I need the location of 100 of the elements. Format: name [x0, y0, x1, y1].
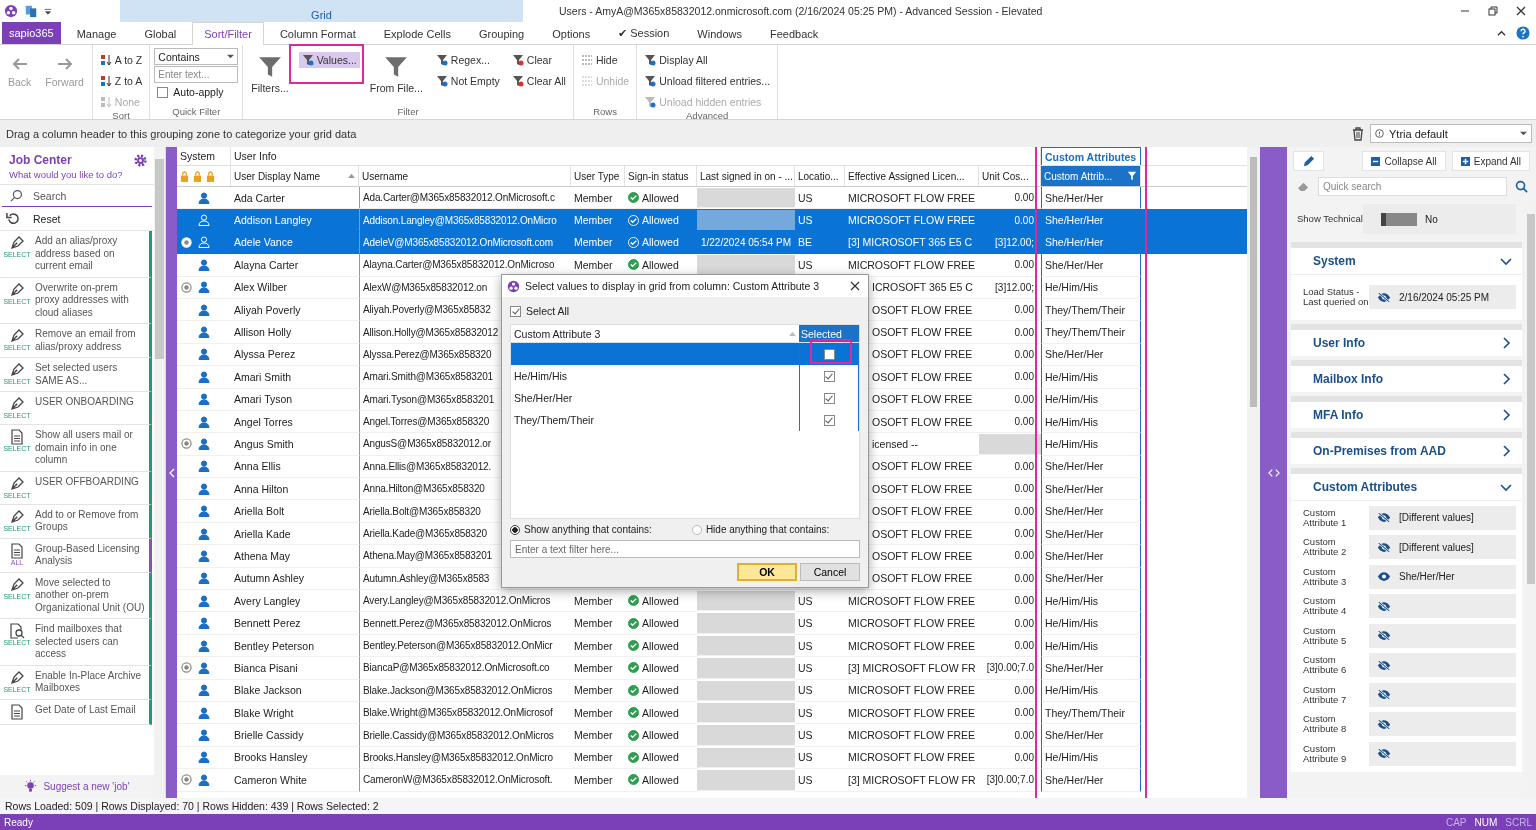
collapse-all-button[interactable]: Collapse All: [1362, 151, 1446, 171]
toggle-switch[interactable]: [1381, 212, 1417, 226]
ribbon-tab[interactable]: Options: [540, 22, 603, 44]
ribbon-button[interactable]: Clear All: [508, 73, 569, 89]
value-checkbox[interactable]: [823, 392, 835, 404]
help-icon[interactable]: [1516, 26, 1530, 40]
section-header[interactable]: System: [1291, 248, 1522, 274]
eraser-icon[interactable]: [1297, 181, 1310, 192]
column-header[interactable]: Sign-in status: [625, 166, 697, 186]
ribbon-button[interactable]: Filters...: [247, 48, 293, 96]
grouping-zone-hint: Drag a column header to this grouping zone to categorize your grid data: [6, 127, 357, 140]
ribbon-tab[interactable]: Column Format: [267, 22, 368, 44]
table-row[interactable]: Adele Vance AdeleV@M365x85832012.OnMicrosoft.com Member Allowed 1/22/2024 05:54 PM BE [3] MICROSOFT 365 E5 C [3]12.00; She/Her/Her: [177, 231, 1247, 255]
ok-button[interactable]: OK: [737, 563, 797, 581]
filter-mode-dropdown[interactable]: Contains: [154, 48, 239, 65]
table-row[interactable]: Brielle Cassidy Brielle.Cassidy@M365x85832012.OnMicros Member Allowed US MICROSOFT FLOW FREE 0.00 She/Her/Her: [177, 724, 1247, 747]
table-row[interactable]: Bentley Peterson Bentley.Peterson@M365x85832012.OnMicr Member Allowed US MICROSOFT FLOW FREE 0.00 He/Him/His: [177, 634, 1247, 658]
ribbon-button[interactable]: Display All: [641, 52, 711, 68]
column-header[interactable]: Effective Assigned Licen...: [845, 166, 979, 186]
list-row[interactable]: They/Them/Their: [511, 409, 859, 431]
trash-icon[interactable]: [1352, 126, 1364, 141]
auto-apply-checkbox[interactable]: Auto-apply: [154, 84, 239, 100]
eye-slash-icon[interactable]: [1377, 689, 1391, 701]
eye-slash-icon[interactable]: [1377, 630, 1391, 642]
collapse-ribbon-icon[interactable]: [1497, 28, 1506, 38]
cancel-button[interactable]: Cancel: [800, 563, 860, 581]
eye-slash-icon[interactable]: [1377, 541, 1391, 553]
column-header[interactable]: User Type: [571, 166, 625, 186]
table-row[interactable]: Blake Wright Blake.Wright@M365x85832012.OnMicrosof Member Allowed US MICROSOFT FLOW FREE 0.00 They/Them/Their: [177, 702, 1247, 725]
settings-icon[interactable]: [133, 153, 148, 168]
column-header[interactable]: Selected: [799, 325, 859, 342]
ribbon-button[interactable]: From File...: [365, 48, 427, 96]
ribbon-tab[interactable]: Feedback: [758, 22, 831, 44]
ribbon-button[interactable]: Values...: [298, 52, 360, 68]
table-row[interactable]: Blake Jackson Blake.Jackson@M365x85832012.OnMicros Member Allowed US MICROSOFT FLOW FREE 0.00 He/Him/His: [177, 679, 1247, 702]
ribbon-button[interactable]: A to Z: [96, 52, 146, 68]
edit-button[interactable]: [1293, 151, 1324, 171]
view-dropdown[interactable]: Ytria default: [1370, 124, 1532, 143]
eye-slash-icon[interactable]: [1377, 512, 1391, 524]
eye-slash-icon[interactable]: [1377, 748, 1391, 760]
text-filter-field[interactable]: Enter a text filter here...: [510, 540, 860, 558]
ribbon-tab[interactable]: Manage: [64, 22, 129, 44]
ribbon-tab[interactable]: Global: [132, 22, 189, 44]
ribbon-tab[interactable]: ✔ Session: [606, 22, 682, 44]
column-header[interactable]: Custom Attribute 3: [511, 325, 799, 342]
eye-slash-icon[interactable]: [1377, 600, 1391, 612]
section-header[interactable]: Custom Attributes: [1291, 474, 1522, 500]
ribbon-tab[interactable]: Windows: [685, 22, 754, 44]
collapse-panel-icon[interactable]: [168, 467, 175, 478]
value-checkbox[interactable]: [823, 370, 835, 382]
table-row[interactable]: Brooks Hansley Brooks.Hansley@M365x85832012.OnMicro Member Allowed US MICROSOFT FLOW FREE 0.00 He/Him/His: [177, 746, 1247, 770]
eye-icon[interactable]: [1377, 571, 1391, 583]
ribbon-button[interactable]: Z to A: [96, 73, 146, 89]
search-icon[interactable]: [1515, 180, 1528, 193]
ribbon-tab[interactable]: Grouping: [466, 22, 537, 44]
table-cell: Allowed: [642, 729, 679, 742]
panel-arrows-icon[interactable]: [1267, 467, 1280, 478]
list-row[interactable]: She/Her/Her: [511, 387, 859, 409]
table-cell: She/Her/Her: [1041, 567, 1141, 591]
quick-filter-field[interactable]: Enter text...: [154, 66, 239, 83]
quick-search-field[interactable]: Quick search: [1318, 177, 1507, 196]
select-all-checkbox[interactable]: Select All: [510, 303, 860, 319]
eye-slash-icon[interactable]: [1377, 659, 1391, 671]
table-row[interactable]: Bianca Pisani BiancaP@M365x85832012.OnMicrosoft.co Member Allowed US [3] MICROSOFT FLOW FR [3]0.00;7.0 She/Her/Her: [177, 657, 1247, 680]
app-icon[interactable]: [4, 4, 18, 18]
windows-icon[interactable]: [24, 4, 38, 18]
restore-icon[interactable]: [1488, 6, 1498, 16]
expand-all-button[interactable]: Expand All: [1451, 151, 1530, 171]
column-header[interactable]: Last signed in on - ...: [697, 166, 795, 186]
ribbon-button[interactable]: Clear: [508, 52, 555, 68]
column-header[interactable]: Username: [359, 166, 571, 186]
radio-button[interactable]: Show anything that contains:: [510, 524, 652, 535]
table-row[interactable]: Cameron White CameronW@M365x85832012.OnMicrosoft. Member Allowed US [3] MICROSOFT FLOW FR [3]0.00;7.0 She/Her/Her: [177, 769, 1247, 792]
column-header[interactable]: User Display Name: [231, 166, 359, 186]
ribbon-button[interactable]: Not Empty: [432, 73, 503, 89]
table-row[interactable]: Addison Langley Addison.Langley@M365x85832012.OnMicro Member Allowed US MICROSOFT FLOW FREE 0.00 She/Her/Her: [177, 209, 1247, 232]
eye-slash-icon[interactable]: [1377, 291, 1391, 303]
ribbon-button[interactable]: Unload filtered entries...: [641, 73, 774, 89]
table-cell: US: [795, 679, 845, 702]
ribbon-tab[interactable]: Explode Cells: [371, 22, 463, 44]
close-icon[interactable]: [1516, 6, 1526, 16]
ribbon-button[interactable]: Hide: [577, 52, 621, 68]
value-checkbox[interactable]: [823, 348, 835, 360]
column-header[interactable]: Locatio...: [795, 166, 845, 186]
radio-button[interactable]: Hide anything that contains:: [691, 524, 830, 535]
caret-icon: [1520, 130, 1527, 137]
search-field[interactable]: Search: [2, 185, 152, 207]
table-row[interactable]: Bennett Perez Bennett.Perez@M365x85832012.OnMicros Member Allowed US MICROSOFT FLOW FREE 0.00 He/Him/His: [177, 612, 1247, 635]
column-header[interactable]: Custom Attrib...: [1041, 166, 1141, 186]
app-menu-button[interactable]: sapio365: [2, 22, 61, 44]
list-row[interactable]: He/Him/His: [511, 365, 859, 387]
value-checkbox[interactable]: [823, 414, 835, 426]
close-icon[interactable]: [850, 281, 860, 291]
ribbon-tab[interactable]: Sort/Filter: [192, 22, 264, 45]
job-item[interactable]: Get Date of Last Email: [0, 699, 152, 725]
eye-slash-icon[interactable]: [1377, 718, 1391, 730]
dropdown-icon[interactable]: [44, 7, 52, 15]
ribbon-button[interactable]: Regex...: [432, 52, 493, 68]
table-row[interactable]: Avery Langley Avery.Langley@M365x85832012.OnMicros Member Allowed US MICROSOFT FLOW FREE 0.00 He/Him/His: [177, 590, 1247, 613]
suggest-job-link[interactable]: Suggest a new 'job': [0, 775, 154, 798]
